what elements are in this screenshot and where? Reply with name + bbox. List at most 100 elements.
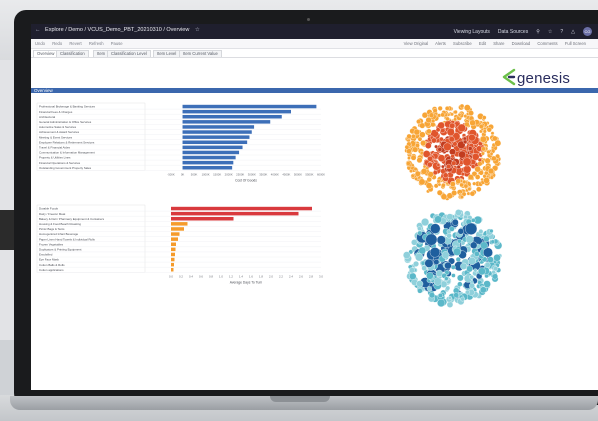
favorite-icon[interactable]: ☆: [548, 29, 552, 35]
bubble[interactable]: [404, 144, 410, 150]
bubble[interactable]: [474, 165, 481, 173]
bubble[interactable]: [487, 167, 495, 175]
bubble[interactable]: [460, 296, 465, 302]
bubble[interactable]: [484, 262, 491, 268]
bubble[interactable]: [490, 131, 495, 136]
bubble[interactable]: [441, 164, 445, 169]
bubble[interactable]: [432, 170, 438, 176]
alerts-button[interactable]: Alerts: [435, 41, 446, 46]
bubble[interactable]: [466, 265, 473, 273]
bubble[interactable]: [480, 151, 485, 156]
bubble[interactable]: [459, 182, 464, 188]
bubble[interactable]: [484, 157, 491, 164]
bubble[interactable]: [480, 135, 487, 143]
bubble[interactable]: [410, 154, 417, 161]
bubble[interactable]: [441, 183, 446, 188]
bubble[interactable]: [409, 169, 414, 173]
undo-button[interactable]: Undo: [35, 41, 45, 46]
bubble[interactable]: [431, 118, 436, 124]
bubble[interactable]: [426, 272, 434, 280]
bubble[interactable]: [406, 161, 411, 166]
pause-button[interactable]: Pause: [111, 41, 123, 46]
bubble[interactable]: [411, 239, 418, 246]
bubble[interactable]: [427, 155, 433, 162]
bubble[interactable]: [418, 178, 426, 186]
bubble[interactable]: [436, 163, 441, 167]
bubble[interactable]: [467, 187, 472, 192]
bubble[interactable]: [420, 168, 428, 175]
bubble[interactable]: [437, 182, 442, 187]
bubble[interactable]: [483, 280, 491, 288]
bar[interactable]: [182, 120, 271, 124]
bubble[interactable]: [455, 178, 462, 184]
bubble[interactable]: [429, 247, 441, 258]
bubble[interactable]: [409, 272, 417, 280]
bubble[interactable]: [479, 286, 487, 294]
search-icon[interactable]: ⚲: [536, 29, 540, 35]
bubble[interactable]: [481, 146, 486, 152]
bubble[interactable]: [451, 218, 459, 226]
bubble[interactable]: [413, 128, 420, 136]
bubble[interactable]: [457, 238, 462, 244]
bubble[interactable]: [441, 251, 450, 259]
bubble[interactable]: [474, 251, 480, 257]
bubble[interactable]: [417, 226, 422, 231]
bubble[interactable]: [430, 223, 441, 234]
bar[interactable]: [182, 115, 282, 119]
bubble[interactable]: [425, 182, 433, 189]
bubble[interactable]: [482, 115, 487, 120]
bar[interactable]: [171, 268, 174, 272]
bubble[interactable]: [462, 139, 468, 145]
bubble[interactable]: [482, 129, 487, 134]
bubble[interactable]: [487, 256, 494, 263]
bubble[interactable]: [457, 281, 463, 287]
bubble[interactable]: [478, 124, 484, 129]
bubble[interactable]: [433, 277, 442, 286]
bubble[interactable]: [417, 288, 423, 294]
bar[interactable]: [171, 217, 234, 221]
bubble[interactable]: [460, 262, 468, 270]
bubble[interactable]: [407, 156, 411, 160]
bubble[interactable]: [457, 112, 462, 117]
bubble[interactable]: [453, 247, 462, 256]
bubble[interactable]: [476, 186, 482, 192]
bubble[interactable]: [478, 267, 486, 276]
bubble[interactable]: [443, 142, 452, 152]
bubble[interactable]: [414, 176, 419, 181]
bubble[interactable]: [437, 105, 443, 111]
bubble[interactable]: [468, 134, 476, 142]
bubble[interactable]: [416, 280, 424, 288]
bubble[interactable]: [419, 122, 426, 129]
bubble[interactable]: [483, 235, 490, 243]
bubble[interactable]: [446, 301, 454, 308]
bar[interactable]: [182, 145, 243, 150]
bubble[interactable]: [425, 233, 438, 246]
bubble[interactable]: [442, 172, 449, 179]
download-button[interactable]: Download: [512, 41, 531, 46]
bubble[interactable]: [491, 273, 498, 280]
bubble[interactable]: [483, 177, 490, 184]
bar[interactable]: [171, 227, 184, 231]
bubble[interactable]: [451, 190, 458, 196]
bubble[interactable]: [465, 235, 474, 244]
bubble[interactable]: [453, 109, 458, 115]
bubble[interactable]: [467, 174, 474, 181]
bar[interactable]: [182, 125, 255, 129]
bubble[interactable]: [449, 181, 456, 187]
bar[interactable]: [182, 166, 233, 170]
bubble[interactable]: [412, 146, 419, 153]
bubble[interactable]: [424, 258, 434, 268]
star-icon[interactable]: ☆: [195, 27, 200, 33]
bar[interactable]: [171, 206, 312, 211]
bubble[interactable]: [425, 116, 432, 124]
full-screen-button[interactable]: Full Screen: [565, 41, 586, 46]
bubble[interactable]: [459, 103, 465, 109]
bubble[interactable]: [490, 239, 495, 244]
bubble[interactable]: [440, 112, 445, 118]
bubble[interactable]: [416, 157, 423, 164]
bubble[interactable]: [473, 268, 478, 273]
bubble[interactable]: [492, 135, 498, 142]
bubble[interactable]: [446, 128, 455, 137]
bubble[interactable]: [462, 157, 472, 167]
bubble[interactable]: [424, 142, 432, 149]
